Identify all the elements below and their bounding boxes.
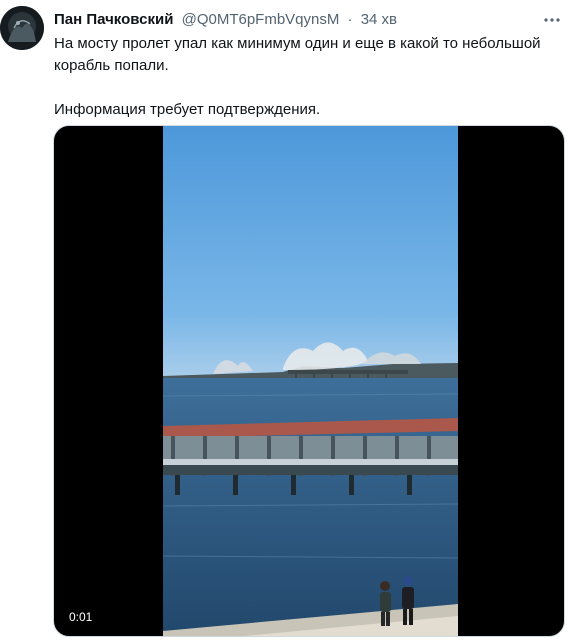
author-display-name[interactable]: Пан Пачковский: [54, 11, 173, 28]
video-timestamp: 0:01: [64, 608, 98, 626]
avatar-image: [0, 6, 44, 50]
more-horizontal-icon[interactable]: [542, 10, 562, 30]
tweet-header: Пан Пачковский @Q0MT6pFmbVqynsM · 34 хв: [54, 10, 528, 30]
video-frame: [163, 126, 458, 636]
separator-dot: ·: [347, 11, 353, 28]
tweet-time[interactable]: 34 хв: [361, 11, 397, 28]
avatar[interactable]: [0, 6, 44, 50]
video-still: [163, 126, 458, 636]
tweet: Пан Пачковский @Q0MT6pFmbVqynsM · 34 хв …: [0, 0, 568, 641]
tweet-video[interactable]: 0:01: [53, 125, 565, 637]
tweet-text: На мосту пролет упал как минимум один и …: [54, 33, 560, 121]
more-dots-icon: [544, 18, 560, 22]
tweet-text-line1: На мосту пролет упал как минимум один и …: [54, 35, 541, 74]
author-handle[interactable]: @Q0MT6pFmbVqynsM: [182, 11, 340, 28]
tweet-text-line2: Информация требует подтверждения.: [54, 101, 321, 118]
